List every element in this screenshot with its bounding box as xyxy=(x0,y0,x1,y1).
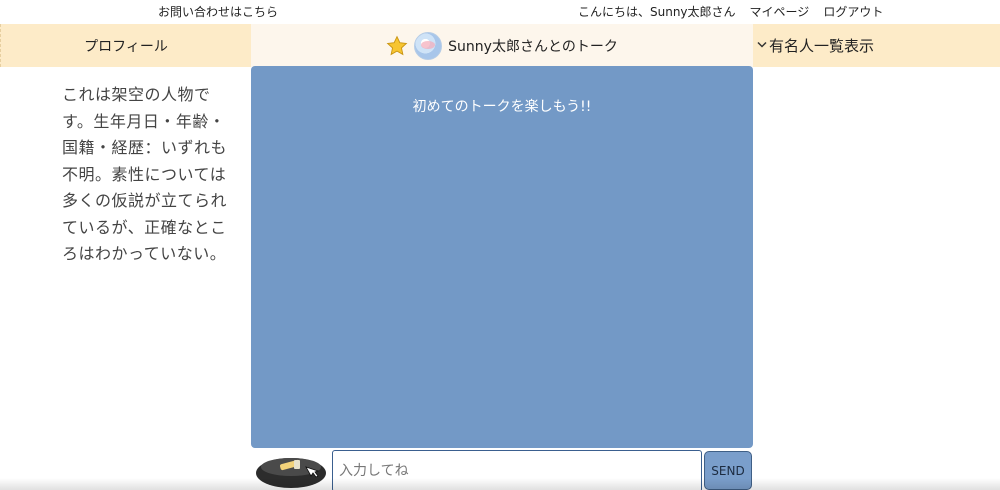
header-row: プロフィール Sunny太郎さんとのトーク 有名人一覧表示 xyxy=(0,24,1000,67)
chat-welcome-message: 初めてのトークを楽しもう!! xyxy=(412,99,592,115)
sticker-icon[interactable] xyxy=(254,451,328,489)
celebrity-list-toggle[interactable]: 有名人一覧表示 xyxy=(753,24,1000,67)
send-button[interactable]: SEND xyxy=(704,451,752,490)
mypage-link[interactable]: マイページ xyxy=(750,3,810,20)
star-icon[interactable] xyxy=(386,35,408,57)
avatar-icon xyxy=(414,31,443,60)
talk-header: Sunny太郎さんとのトーク xyxy=(251,24,753,67)
chat-area: 初めてのトークを楽しもう!! xyxy=(251,66,753,448)
contact-link[interactable]: お問い合わせはこちら xyxy=(158,3,278,20)
logout-link[interactable]: ログアウト xyxy=(823,3,883,20)
greeting-text: こんにちは、Sunny太郎さん xyxy=(578,5,736,19)
celebrity-list-label: 有名人一覧表示 xyxy=(769,37,875,55)
profile-description: これは架空の人物です。生年月日・年齢・国籍・経歴：いずれも不明。素性については多… xyxy=(62,85,228,263)
message-input[interactable] xyxy=(332,450,702,490)
user-menu: こんにちは、Sunny太郎さん マイページ ログアウト xyxy=(578,3,883,20)
chevron-down-icon xyxy=(757,38,767,52)
talk-title: Sunny太郎さんとのトーク xyxy=(448,38,618,55)
profile-tab[interactable]: プロフィール xyxy=(0,24,251,67)
top-utility-bar: お問い合わせはこちら こんにちは、Sunny太郎さん マイページ ログアウト xyxy=(0,0,1000,22)
